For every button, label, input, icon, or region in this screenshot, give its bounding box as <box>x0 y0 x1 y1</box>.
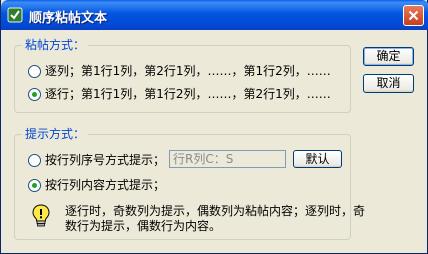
radio-by-row[interactable]: 逐行；第1行1列，第1行2列，……，第2行1列，…… <box>28 87 331 101</box>
radio-by-column-label: 逐列；第1行1列，第2行1列，……，第1行2列，…… <box>45 64 331 78</box>
radio-hint-serial[interactable]: 按行列序号方式提示； <box>28 153 165 167</box>
cancel-button[interactable]: 取消 <box>363 74 414 93</box>
radio-by-column-button[interactable] <box>28 64 41 78</box>
default-button[interactable]: 默认 <box>293 150 342 168</box>
radio-by-row-button[interactable] <box>28 87 41 101</box>
radio-hint-serial-label: 按行列序号方式提示； <box>45 153 166 167</box>
radio-hint-serial-button[interactable] <box>28 153 41 167</box>
radio-by-row-label: 逐行；第1行1列，第1行2列，……，第2行1列，…… <box>45 87 331 101</box>
hint-mode-label: 提示方式： <box>22 127 89 141</box>
title-bar[interactable]: 顺序粘帖文本 <box>1 0 428 30</box>
paste-app-icon <box>7 7 23 23</box>
close-button[interactable] <box>403 5 424 26</box>
radio-hint-content-button[interactable] <box>28 178 41 192</box>
paste-mode-label: 粘帖方式： <box>22 38 89 52</box>
serial-format-field[interactable]: 行R列C：S <box>169 150 286 168</box>
window-title: 顺序粘帖文本 <box>29 11 108 26</box>
radio-hint-content-label: 按行列内容方式提示； <box>45 178 166 192</box>
close-icon <box>408 10 419 21</box>
lightbulb-icon <box>32 204 50 227</box>
paste-mode-group: 粘帖方式： <box>14 38 351 113</box>
radio-by-column[interactable]: 逐列；第1行1列，第2行1列，……，第1行2列，…… <box>28 64 331 78</box>
ok-button[interactable]: 确定 <box>363 47 414 66</box>
radio-hint-content[interactable]: 按行列内容方式提示； <box>28 178 165 192</box>
dialog-window: 顺序粘帖文本 粘帖方式： 逐列；第1行1列，第2行1列，……，第1行2列，…… … <box>0 0 428 254</box>
hint-note: 逐行时，奇数列为提示，偶数列为粘帖内容；逐列时，奇数行为提示，偶数行为内容。 <box>65 204 366 233</box>
